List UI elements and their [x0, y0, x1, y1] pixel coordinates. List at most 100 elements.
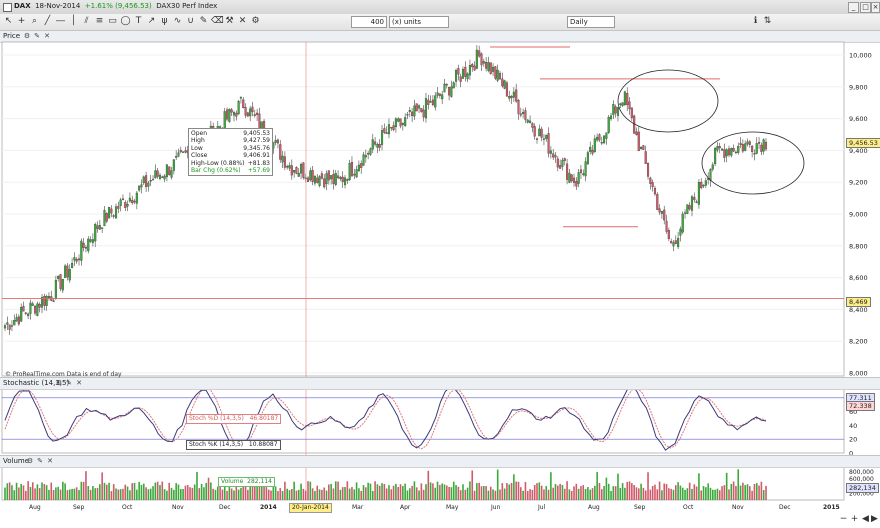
volume-bar	[274, 486, 277, 500]
candle-body	[66, 265, 69, 278]
candle-body	[392, 125, 395, 131]
volume-bar	[184, 485, 187, 500]
info-row: Bar Chg (0.62%) +57.69	[191, 167, 270, 174]
candle-body	[417, 105, 421, 109]
candle-body	[318, 176, 321, 186]
volume-bar	[177, 484, 180, 500]
candle-body	[87, 238, 90, 252]
candle-body	[371, 139, 374, 150]
stoch-d-hover: Stoch %D (14,3,5) 46.80187	[186, 414, 282, 424]
candle-body	[311, 170, 314, 182]
candle-body	[619, 103, 622, 105]
volume-bar	[163, 489, 166, 500]
volume-bar	[550, 472, 552, 500]
volume-bar	[390, 489, 393, 500]
volume-edit-icon[interactable]: ✎	[36, 457, 44, 465]
candle-body	[413, 105, 416, 117]
stoch-close-icon[interactable]: ✕	[75, 379, 83, 387]
candle-body	[114, 206, 118, 219]
candle-body	[24, 312, 27, 314]
hline-price-tag: 8,469	[846, 297, 871, 307]
volume-bar	[758, 485, 760, 500]
volume-bar	[242, 486, 245, 500]
stoch-k-hover: Stoch %K (14,3,5) 10.88087	[186, 440, 281, 450]
price-tick-label: 9,000	[849, 211, 868, 219]
candle-body	[380, 130, 384, 145]
candle-body	[732, 147, 735, 152]
volume-close-icon[interactable]: ✕	[46, 457, 54, 465]
stoch-d-hover-label: Stoch %D (14,3,5)	[189, 415, 244, 422]
candle-body	[505, 82, 508, 97]
candle-body	[295, 167, 298, 174]
candle-body	[549, 150, 552, 154]
stoch-plot-area[interactable]	[1, 388, 845, 454]
candle-body	[690, 196, 694, 211]
x-axis-label: Jun	[491, 504, 501, 511]
x-axis-label: Dec	[779, 504, 791, 511]
volume-bar	[149, 488, 152, 500]
candle-body	[343, 177, 347, 186]
volume-bar	[503, 488, 506, 500]
volume-bar	[129, 490, 131, 500]
stoch-settings-icon[interactable]: ⚙	[55, 379, 63, 387]
candle-body	[695, 201, 698, 203]
candle-body	[293, 170, 296, 173]
price-plot-area[interactable]	[1, 41, 845, 377]
volume-bar	[600, 489, 603, 500]
volume-bar	[374, 481, 376, 500]
volume-bar	[108, 482, 110, 500]
candle-body	[454, 70, 458, 82]
cursor-date-tag: 20-Jan-2014	[289, 503, 332, 513]
volume-bar	[82, 481, 85, 500]
volume-bar	[117, 489, 120, 500]
volume-bar	[628, 481, 631, 500]
volume-bar	[494, 490, 497, 500]
candle-body	[591, 149, 594, 154]
volume-bar	[436, 481, 439, 500]
candle-body	[438, 93, 441, 96]
volume-bar	[408, 488, 411, 500]
candle-body	[339, 176, 342, 180]
candle-body	[149, 180, 152, 182]
zoom-in-icon[interactable]: +	[849, 514, 860, 525]
candle-body	[357, 164, 360, 172]
volume-bar	[4, 487, 6, 500]
candle-body	[603, 135, 606, 144]
data-footnote: © ProRealTime.com Data is end of day	[5, 371, 122, 378]
candle-body	[112, 215, 115, 217]
candle-body	[223, 111, 226, 129]
volume-settings-icon[interactable]: ⚙	[26, 457, 34, 465]
candle-body	[452, 82, 455, 89]
candle-body	[538, 128, 541, 137]
volume-bar	[156, 481, 159, 500]
volume-bar	[545, 486, 548, 500]
candle-body	[163, 175, 166, 180]
volume-tick-label: 800,000	[849, 469, 874, 476]
volume-bar	[679, 485, 682, 500]
candle-body	[577, 172, 580, 184]
candle-body	[20, 307, 23, 322]
candle-body	[721, 148, 724, 151]
volume-bar	[598, 482, 601, 500]
zoom-out-icon[interactable]: −	[838, 514, 849, 525]
candle-body	[635, 131, 638, 136]
volume-bar	[15, 482, 18, 500]
volume-bar	[746, 484, 749, 500]
candle-body	[73, 257, 76, 261]
candle-body	[522, 111, 525, 115]
stoch-edit-icon[interactable]: ✎	[65, 379, 73, 387]
volume-bar	[193, 484, 196, 500]
volume-bar	[55, 487, 57, 500]
candle-body	[637, 131, 640, 152]
candle-body	[626, 93, 629, 106]
stoch-d-tag: 72.338	[846, 401, 875, 411]
chart-canvas[interactable]: 10,000 9,800 9,600 9,400 9,200 9,000 8,800 8,60…	[0, 0, 880, 528]
volume-bar	[103, 482, 106, 500]
candle-body	[498, 72, 502, 80]
candle-body	[43, 296, 46, 306]
volume-bar	[510, 482, 513, 500]
info-key: High-Low (0.88%)	[191, 159, 245, 167]
scroll-right-icon[interactable]: ▶	[869, 514, 880, 525]
volume-bar	[161, 481, 164, 500]
candle-body	[420, 108, 423, 112]
